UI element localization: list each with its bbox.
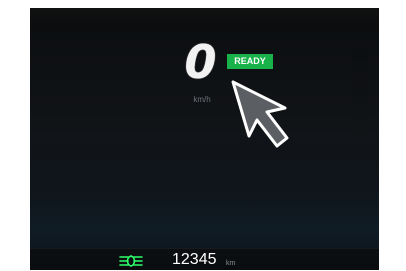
arrow-pointer-icon [231, 80, 289, 148]
ready-status-badge: READY [227, 54, 273, 69]
odometer-unit: km [226, 260, 236, 267]
speed-value: 0 [184, 35, 216, 89]
speed-unit-label: km/h [193, 95, 211, 104]
odometer-value: 12345 [172, 251, 217, 268]
top-band [30, 8, 379, 26]
headlights-icon [119, 255, 143, 267]
instrument-cluster-screen: 0 READY km/h 12345 km [30, 8, 379, 270]
status-bar: 12345 km [30, 248, 379, 270]
right-ghost-shadow [351, 48, 369, 178]
screenshot-frame: 0 READY km/h 12345 km [0, 0, 406, 271]
